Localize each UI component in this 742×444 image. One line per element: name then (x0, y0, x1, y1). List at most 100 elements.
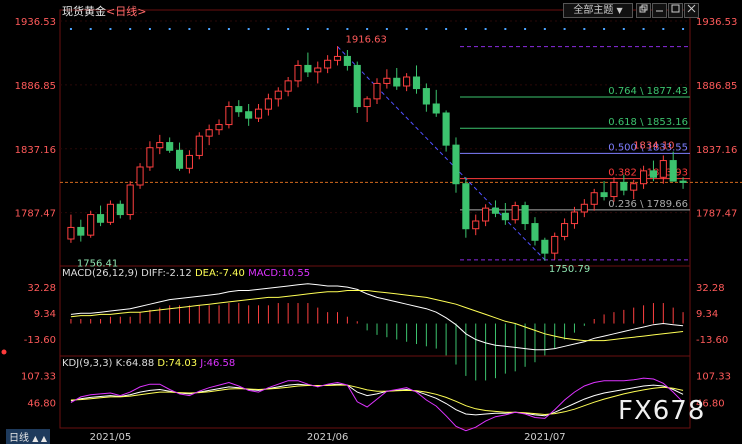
event-marker-dot (405, 28, 408, 30)
candle-body (491, 207, 500, 214)
price-extreme-label: 1750.79 (549, 264, 590, 275)
price-extreme-label: 1916.63 (346, 35, 387, 46)
price-axis-label-left: 1837.16 (15, 145, 56, 156)
candle-body (422, 88, 430, 105)
close-window-button[interactable] (684, 3, 699, 18)
event-marker-dot (484, 28, 487, 30)
restore-window-icon (639, 4, 648, 13)
candle-body (343, 55, 351, 66)
panel-marker-dot (1, 349, 7, 355)
price-axis-label-right: 1837.16 (696, 145, 737, 156)
candle-body (659, 160, 667, 178)
date-axis-label: 2021/07 (524, 432, 566, 443)
event-marker-dot (682, 28, 685, 30)
candle-body (77, 226, 85, 236)
event-marker-dot (148, 28, 151, 30)
candle-body (561, 223, 569, 237)
candle-body (570, 211, 579, 225)
candle-body (393, 77, 401, 87)
event-marker-dot (188, 28, 191, 30)
event-marker-dot (89, 28, 92, 30)
macd-name: MACD(26,12,9) (62, 268, 138, 279)
candle-body (412, 76, 421, 90)
event-marker-dot (464, 28, 467, 30)
event-marker-dot (247, 28, 250, 30)
candle-body (284, 80, 292, 92)
price-axis-label-left: 1936.53 (15, 17, 56, 28)
chart-title: 现货黄金<日线> (62, 3, 146, 19)
event-marker-dot (208, 28, 211, 30)
kdj-j-line (70, 377, 684, 432)
candle-body (640, 170, 648, 185)
kdj-k-line (70, 383, 684, 417)
macd-axis-label-left: 9.34 (34, 309, 56, 320)
candle-body (96, 214, 105, 223)
date-axis-label: 2021/06 (307, 432, 349, 443)
kdj-j-value: J:46.58 (200, 358, 236, 369)
candle-body (521, 205, 529, 225)
event-marker-dot (267, 28, 270, 30)
bottom-period-tab[interactable]: 日线 ▲ ▲ (6, 429, 51, 444)
macd-axis-label-right: -13.60 (696, 335, 728, 346)
kdj-k-value: K:64.88 (115, 358, 155, 369)
candle-body (610, 181, 618, 198)
close-window-icon (687, 4, 696, 13)
candle-body (324, 59, 332, 69)
panel-frame-1 (59, 265, 691, 357)
maximize-window-icon (671, 4, 680, 13)
event-marker-dot (385, 28, 388, 30)
instrument-name: 现货黄金 (62, 5, 106, 18)
candle-body (136, 166, 144, 186)
candle-body (116, 203, 124, 216)
event-marker-dot (306, 28, 309, 30)
candle-body (472, 220, 480, 230)
event-marker-dot (326, 28, 329, 30)
candle-body (146, 147, 154, 168)
chevron-down-icon: ▼ (616, 6, 623, 15)
candle-body (580, 203, 588, 213)
event-marker-dot (622, 28, 625, 30)
restore-window-button[interactable] (636, 3, 651, 18)
watermark-logo: FX678 (618, 396, 706, 426)
candle-body (511, 205, 519, 221)
candle-body (87, 214, 95, 236)
event-marker-dot (642, 28, 645, 30)
candle-body (156, 142, 164, 149)
candle-body (482, 207, 490, 222)
scroll-arrows-icon[interactable]: ▲ ▲ (32, 434, 47, 443)
fib-level-label: 0.236 \ 1789.66 (608, 199, 688, 210)
event-marker-dot (543, 28, 546, 30)
chart-canvas[interactable]: 1936.53 1936.53 1886.85 1886.85 1837.16 1837.… (0, 0, 742, 443)
price-extreme-label: 1834.10 (633, 141, 674, 152)
event-marker-dot (109, 28, 112, 30)
candle-body (620, 181, 628, 191)
theme-selector-button[interactable]: 全部主题 ▼ (563, 3, 633, 18)
maximize-window-button[interactable] (668, 3, 683, 18)
kdj-header: KDJ(9,3,3) K:64.88 D:74.03 J:46.58 (62, 358, 235, 369)
event-marker-dot (524, 28, 527, 30)
candle-body (304, 64, 312, 73)
event-marker-dot (69, 28, 72, 30)
bottom-period-label: 日线 (9, 433, 29, 444)
theme-selector-label: 全部主题 (573, 5, 614, 16)
candle-body (274, 90, 282, 100)
candle-body (600, 192, 608, 198)
candle-body (363, 98, 371, 108)
candle-body (442, 112, 450, 146)
macd-diff-value: DIFF:-2.12 (141, 268, 192, 279)
price-axis-label-left: 1787.47 (15, 209, 56, 220)
candle-body (501, 212, 509, 221)
period-selector[interactable]: <日线> (106, 5, 146, 18)
candle-body (166, 142, 174, 151)
candle-body (235, 106, 243, 113)
date-axis-label: 2021/05 (90, 432, 132, 443)
price-axis-label-right: 1787.47 (696, 209, 737, 220)
event-marker-dot (168, 28, 171, 30)
candle-body (649, 170, 658, 178)
candle-body (185, 154, 193, 169)
candle-body (452, 144, 460, 185)
macd-axis-label-right: 9.34 (696, 309, 718, 320)
event-marker-dot (346, 28, 349, 30)
macd-header: MACD(26,12,9) DIFF:-2.12 DEA:-7.40 MACD:… (62, 268, 310, 279)
minimize-window-button[interactable] (652, 3, 667, 18)
